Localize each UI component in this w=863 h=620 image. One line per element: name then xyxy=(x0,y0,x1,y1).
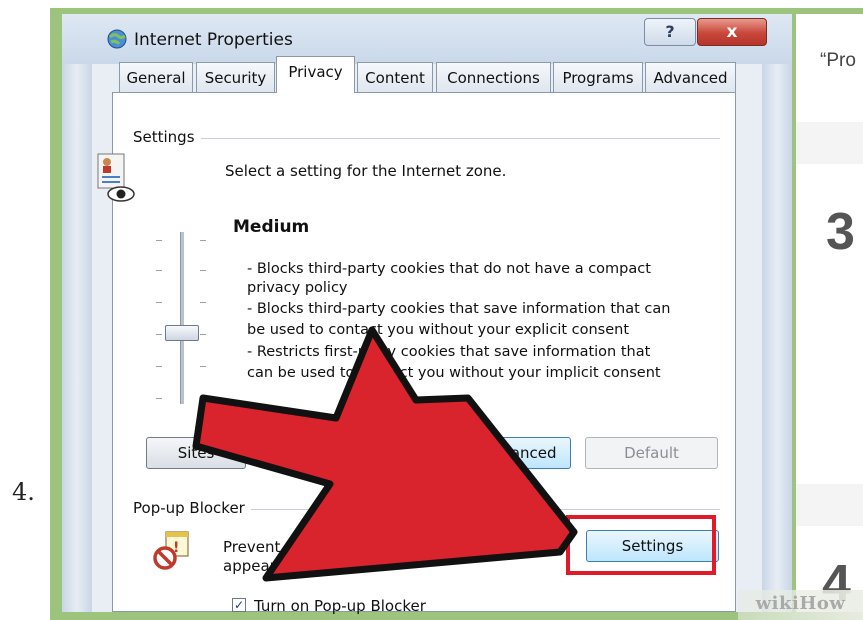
tab-privacy[interactable]: Privacy xyxy=(276,56,355,93)
tab-general[interactable]: General xyxy=(119,62,193,92)
quote-fragment: “Pro xyxy=(820,50,856,71)
description-line: - Restricts first-party cookies that sav… xyxy=(247,344,651,360)
slider-tick xyxy=(156,366,162,367)
tab-content[interactable]: Content xyxy=(357,62,433,92)
advanced-button[interactable]: Advanced xyxy=(468,437,571,469)
tab-advanced[interactable]: Advanced xyxy=(645,62,736,92)
privacy-level-slider-thumb[interactable] xyxy=(165,325,199,341)
slider-tick xyxy=(156,302,162,303)
slider-tick xyxy=(200,240,206,241)
window-border-right xyxy=(762,14,792,612)
internet-globe-icon xyxy=(107,29,127,49)
privacy-level-slider-track[interactable] xyxy=(180,232,184,404)
help-button[interactable]: ? xyxy=(644,18,696,46)
step-three-number: 3 xyxy=(826,203,855,261)
tab-connections[interactable]: Connections xyxy=(436,62,551,92)
title-bar[interactable]: Internet Properties ? x xyxy=(62,14,792,64)
slider-tick xyxy=(156,270,162,271)
description-line: can be used to contact you without your … xyxy=(247,365,661,381)
description-line: - Blocks third-party cookies that do not… xyxy=(247,261,651,277)
tab-security[interactable]: Security xyxy=(196,62,275,92)
background-page: “Pro 3 4 xyxy=(796,14,863,613)
default-button: Default xyxy=(585,437,718,469)
privacy-level-title: Medium xyxy=(233,217,310,237)
popup-blocker-checkbox-label: Turn on Pop-up Blocker xyxy=(254,597,426,615)
settings-group-label: Settings xyxy=(133,128,201,146)
slider-tick xyxy=(200,270,206,271)
zone-instruction: Select a setting for the Internet zone. xyxy=(225,162,507,180)
privacy-zone-icon xyxy=(97,153,135,202)
window-title: Internet Properties xyxy=(134,30,293,50)
popup-group-label: Pop-up Blocker xyxy=(133,499,251,517)
slider-tick xyxy=(200,366,206,367)
step-number: 4. xyxy=(12,478,35,506)
popup-description-line1: Prevent most pop-up windows from xyxy=(223,538,490,556)
window-border-left xyxy=(62,14,92,612)
import-button[interactable]: Import xyxy=(318,437,418,469)
wikihow-watermark: wikiHow xyxy=(738,590,863,620)
settings-highlight-box xyxy=(566,515,716,575)
slider-tick xyxy=(200,398,206,399)
popup-blocker-icon: ! xyxy=(153,531,189,570)
slider-tick xyxy=(156,240,162,241)
description-line: be used to contact you without your expl… xyxy=(247,322,630,338)
popup-blocker-checkbox[interactable]: ✓ xyxy=(232,598,246,612)
slider-tick xyxy=(200,334,206,335)
popup-description-line2: appearing. xyxy=(223,557,304,575)
description-line: - Blocks third-party cookies that save i… xyxy=(247,301,671,317)
close-button[interactable]: x xyxy=(697,18,767,46)
sites-button[interactable]: Sites xyxy=(146,437,246,469)
slider-tick xyxy=(156,334,162,335)
tab-programs[interactable]: Programs xyxy=(553,62,643,92)
slider-tick xyxy=(200,302,206,303)
slider-tick xyxy=(156,398,162,399)
settings-group-line xyxy=(140,138,720,139)
description-line: privacy policy xyxy=(247,280,348,296)
